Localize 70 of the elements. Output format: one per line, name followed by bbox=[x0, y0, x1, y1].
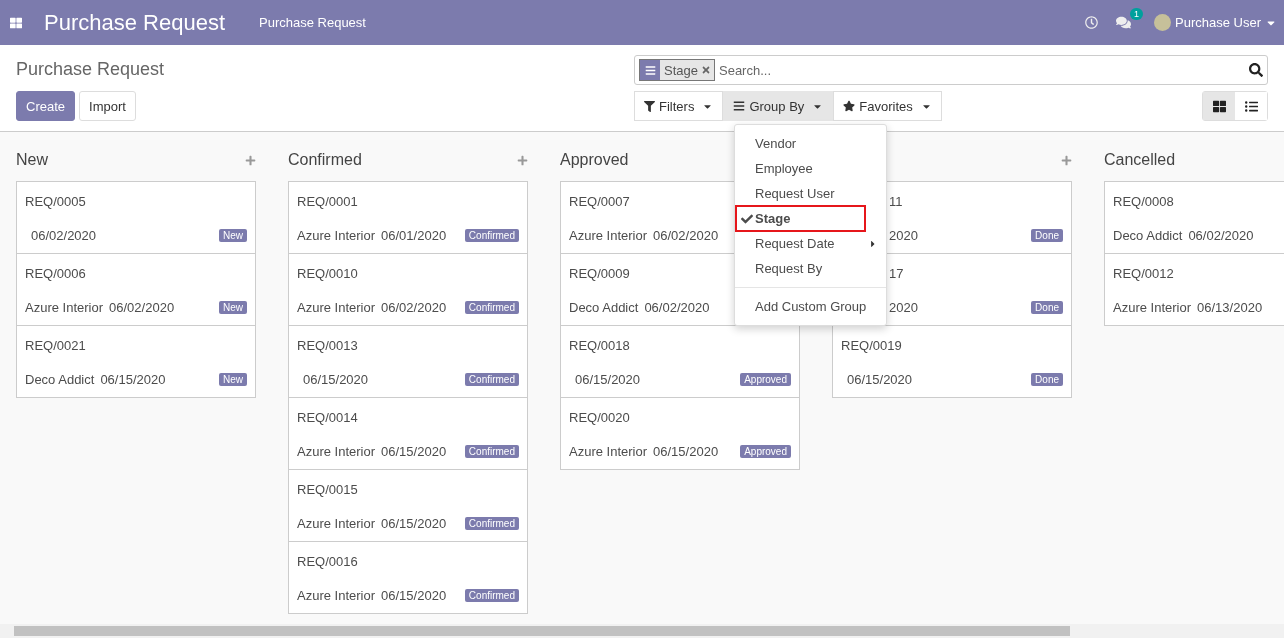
vendor-name: Azure Interior bbox=[297, 300, 376, 315]
column-title: Cancelled bbox=[1104, 151, 1176, 169]
vendor-name: Deco Addict bbox=[25, 372, 95, 387]
vendor-name: Azure Interior bbox=[569, 444, 648, 459]
page-title: Purchase Request bbox=[16, 58, 166, 81]
status-tag: Approved bbox=[740, 445, 791, 458]
vendor-name: Azure Interior bbox=[297, 444, 376, 459]
message-count: 1 bbox=[1130, 8, 1143, 20]
request-date: 06/15/2020 bbox=[381, 588, 447, 603]
request-date: 2020 bbox=[889, 228, 918, 243]
status-tag: Confirmed bbox=[464, 589, 519, 602]
request-date: 06/15/2020 bbox=[847, 372, 913, 387]
request-reference: REQ/0009 bbox=[569, 266, 630, 281]
request-reference: REQ/0021 bbox=[25, 338, 86, 353]
column-title: Confirmed bbox=[288, 151, 362, 169]
request-date: 2020 bbox=[889, 300, 918, 315]
request-reference: REQ/0005 bbox=[25, 194, 86, 209]
request-date: 06/02/2020 bbox=[31, 228, 97, 243]
column-title: Approved bbox=[560, 151, 629, 169]
request-reference: REQ/0013 bbox=[297, 338, 358, 353]
status-tag: Approved bbox=[740, 373, 791, 386]
status-tag: Confirmed bbox=[464, 229, 519, 242]
request-reference: REQ/0015 bbox=[297, 482, 358, 497]
request-date: 06/02/2020 bbox=[644, 300, 710, 315]
request-reference: REQ/0010 bbox=[297, 266, 358, 281]
app-brand: Purchase Request bbox=[44, 9, 225, 36]
status-tag: New bbox=[219, 301, 247, 314]
request-date: 06/02/2020 bbox=[109, 300, 175, 315]
request-reference: REQ/0012 bbox=[1113, 266, 1174, 281]
request-reference: REQ/0018 bbox=[569, 338, 630, 353]
status-tag: Done bbox=[1031, 373, 1063, 386]
vendor-name: Azure Interior bbox=[297, 516, 376, 531]
request-date: 06/15/2020 bbox=[100, 372, 166, 387]
vendor-name: Azure Interior bbox=[569, 228, 648, 243]
status-tag: Confirmed bbox=[464, 445, 519, 458]
request-date: 06/01/2020 bbox=[381, 228, 447, 243]
request-reference: REQ/0006 bbox=[25, 266, 86, 281]
vendor-name: Azure Interior bbox=[1113, 300, 1192, 315]
column-title: New bbox=[16, 151, 48, 169]
vendor-name: Deco Addict bbox=[569, 300, 639, 315]
status-tag: Confirmed bbox=[464, 373, 519, 386]
request-reference: 11 bbox=[889, 194, 903, 209]
request-reference: REQ/0008 bbox=[1113, 194, 1174, 209]
request-reference: REQ/0014 bbox=[297, 410, 358, 425]
request-date: 06/15/2020 bbox=[575, 372, 641, 387]
request-date: 06/02/2020 bbox=[653, 228, 719, 243]
status-tag: New bbox=[219, 373, 247, 386]
request-reference: 17 bbox=[889, 266, 904, 281]
status-tag: Done bbox=[1031, 229, 1063, 242]
request-reference: REQ/0007 bbox=[569, 194, 630, 209]
request-date: 06/15/2020 bbox=[381, 444, 447, 459]
request-date: 06/02/2020 bbox=[1188, 228, 1254, 243]
status-tag: New bbox=[219, 229, 247, 242]
vendor-name: Deco Addict bbox=[1113, 228, 1183, 243]
request-date: 06/15/2020 bbox=[303, 372, 369, 387]
request-date: 06/02/2020 bbox=[381, 300, 447, 315]
request-reference: REQ/0016 bbox=[297, 554, 358, 569]
vendor-name: Azure Interior bbox=[297, 588, 376, 603]
facet-label: Stage bbox=[663, 62, 699, 78]
vendor-name: Azure Interior bbox=[25, 300, 104, 315]
request-reference: REQ/0019 bbox=[841, 338, 902, 353]
request-date: 06/15/2020 bbox=[653, 444, 719, 459]
request-date: 06/13/2020 bbox=[1197, 300, 1263, 315]
request-date: 06/15/2020 bbox=[381, 516, 447, 531]
vendor-name: Azure Interior bbox=[297, 228, 376, 243]
status-tag: Confirmed bbox=[464, 517, 519, 530]
request-reference: REQ/0020 bbox=[569, 410, 630, 425]
status-tag: Confirmed bbox=[464, 301, 519, 314]
request-reference: REQ/0001 bbox=[297, 194, 358, 209]
status-tag: Done bbox=[1031, 301, 1063, 314]
